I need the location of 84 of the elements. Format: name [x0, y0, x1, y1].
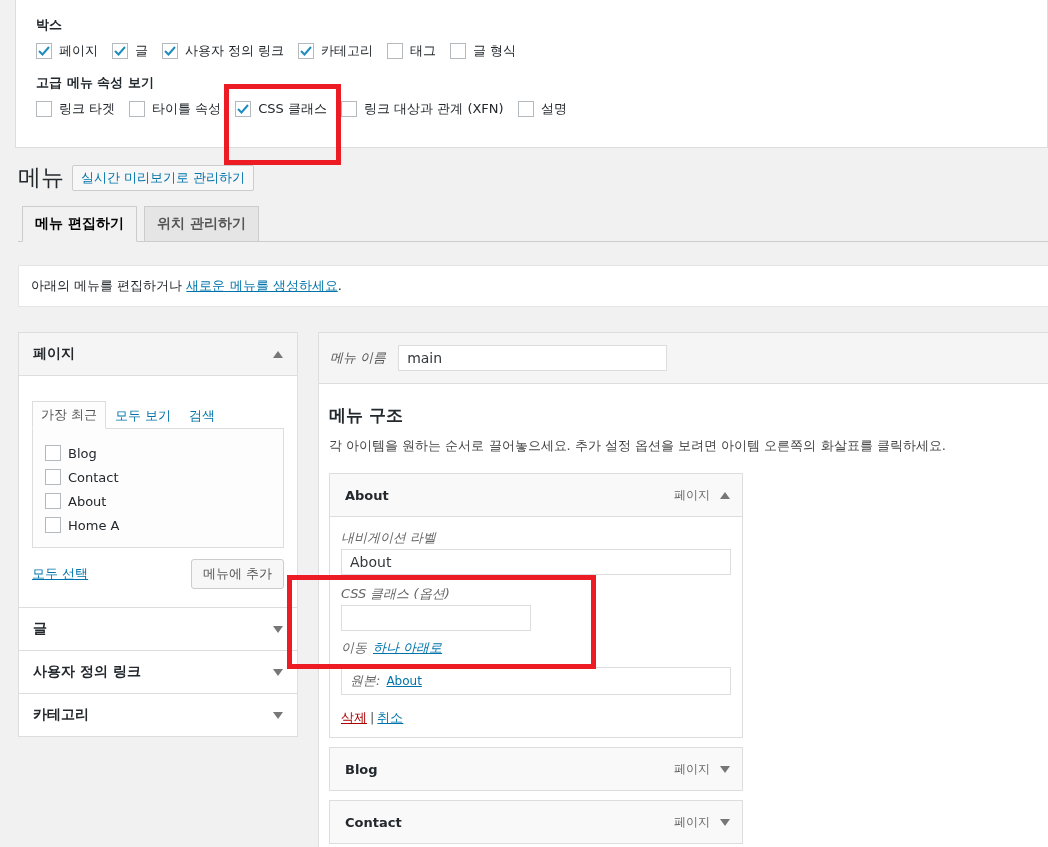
field-label: 메뉴 이름 [330, 349, 387, 367]
checkmark-icon [164, 46, 176, 56]
move-down-link[interactable]: 하나 아래로 [373, 639, 443, 657]
field-label: CSS 클래스 (옵션) [341, 585, 451, 603]
menu-item-title: About [345, 487, 390, 503]
checkmark-icon [300, 46, 313, 56]
checkbox[interactable] [45, 445, 61, 461]
checkbox-label: 링크 대상과 관계 (XFN) [364, 100, 504, 118]
checkbox-label: 사용자 정의 링크 [185, 42, 285, 60]
move-label: 이동 [341, 639, 367, 657]
delete-link[interactable]: 삭제 [341, 710, 367, 725]
expand-arrow-icon[interactable] [273, 668, 283, 676]
tab[interactable]: 메뉴 편집하기 [22, 206, 137, 242]
notice-text: 아래의 메뉴를 편집하거나 새로운 메뉴를 생성하세요. [18, 265, 1048, 307]
checkbox-label: 타이틀 속성 [152, 100, 222, 118]
add-to-menu-button[interactable]: 메뉴에 추가 [190, 559, 284, 589]
accordion-title: 글 [33, 620, 47, 638]
checkbox[interactable] [450, 43, 467, 59]
checkmark-icon [237, 104, 250, 114]
checkbox[interactable] [36, 43, 52, 59]
checkbox[interactable] [129, 101, 146, 117]
checkbox-label: About [68, 493, 107, 509]
live-preview-button[interactable]: 실시간 미리보기로 관리하기 [72, 164, 255, 191]
menu-item-header[interactable]: About 페이지 [330, 474, 742, 516]
menu-name-field[interactable]: main [398, 345, 668, 371]
original-label: 원본: [350, 672, 381, 690]
select-all-link[interactable]: 모두 선택 [32, 565, 89, 583]
expand-arrow-icon[interactable] [720, 818, 730, 826]
instructions-text: 각 아이템을 원하는 순서로 끌어놓으세요. 추가 설정 옵션을 보려면 아이템 오른쪽의 화살표를 클릭하세요. [329, 437, 947, 455]
checkbox[interactable] [298, 43, 315, 59]
tab[interactable]: 가장 최근 [32, 401, 107, 429]
checkbox-label: 태그 [410, 42, 437, 60]
separator-text: | [370, 710, 375, 725]
menu-item-title: Contact [345, 814, 403, 830]
expand-arrow-icon[interactable] [720, 765, 730, 773]
checkbox[interactable] [341, 101, 357, 117]
collapse-arrow-icon[interactable] [720, 491, 730, 499]
checkbox[interactable] [162, 43, 178, 59]
original-page-link[interactable]: About [386, 674, 422, 688]
tab[interactable]: 위치 관리하기 [143, 206, 259, 242]
tab[interactable]: 모두 보기 [106, 401, 181, 429]
menu-item-title: Blog [345, 761, 379, 777]
checkbox-label: 링크 타겟 [59, 100, 116, 118]
page-title: 메뉴 [18, 163, 64, 192]
navigation-label-field[interactable]: About [341, 549, 731, 575]
checkbox[interactable] [387, 43, 404, 59]
checkbox-label: 카테고리 [321, 42, 374, 60]
checkbox-label: 페이지 [59, 42, 98, 60]
collapse-arrow-icon[interactable] [273, 350, 283, 358]
checkbox[interactable] [112, 43, 128, 59]
menu-item-header[interactable]: Blog 페이지 [330, 748, 742, 790]
item-type-label: 페이지 [674, 486, 710, 504]
create-menu-link[interactable]: 새로운 메뉴를 생성하세요 [186, 278, 338, 293]
checkbox[interactable] [517, 101, 534, 117]
accordion-title: 사용자 정의 링크 [33, 663, 141, 681]
checkbox-label: 설명 [540, 100, 567, 118]
accordion-title: 페이지 [33, 345, 75, 363]
checkbox[interactable] [45, 517, 61, 533]
tab[interactable]: 검색 [180, 401, 225, 429]
checkmark-icon [114, 46, 126, 56]
checkbox[interactable] [45, 493, 61, 509]
checkbox[interactable] [36, 101, 52, 117]
expand-arrow-icon[interactable] [273, 625, 283, 633]
checkbox[interactable] [45, 469, 61, 485]
section-heading: 메뉴 구조 [329, 404, 404, 427]
accordion-header[interactable]: 페이지 [19, 333, 297, 376]
accordion-title: 카테고리 [33, 706, 89, 724]
css-classes-field[interactable] [341, 605, 531, 631]
field-label: 내비게이션 라벨 [341, 529, 438, 547]
cancel-link[interactable]: 취소 [377, 710, 404, 725]
menu-item-header[interactable]: Contact 페이지 [330, 801, 742, 843]
section-heading: 고급 메뉴 속성 보기 [36, 74, 155, 92]
checkbox-label: 글 [135, 42, 148, 60]
item-type-label: 페이지 [674, 813, 710, 831]
checkbox-label: 글 형식 [473, 42, 517, 60]
checkbox-label: Contact [68, 469, 119, 485]
checkbox-label: Blog [68, 445, 97, 461]
expand-arrow-icon[interactable] [273, 711, 283, 719]
checkbox-label: Home A [68, 517, 120, 533]
section-heading: 박스 [36, 16, 63, 34]
item-type-label: 페이지 [674, 760, 710, 778]
checkbox-label: CSS 클래스 [258, 100, 327, 118]
checkmark-icon [38, 46, 50, 56]
checkbox[interactable] [235, 101, 252, 117]
